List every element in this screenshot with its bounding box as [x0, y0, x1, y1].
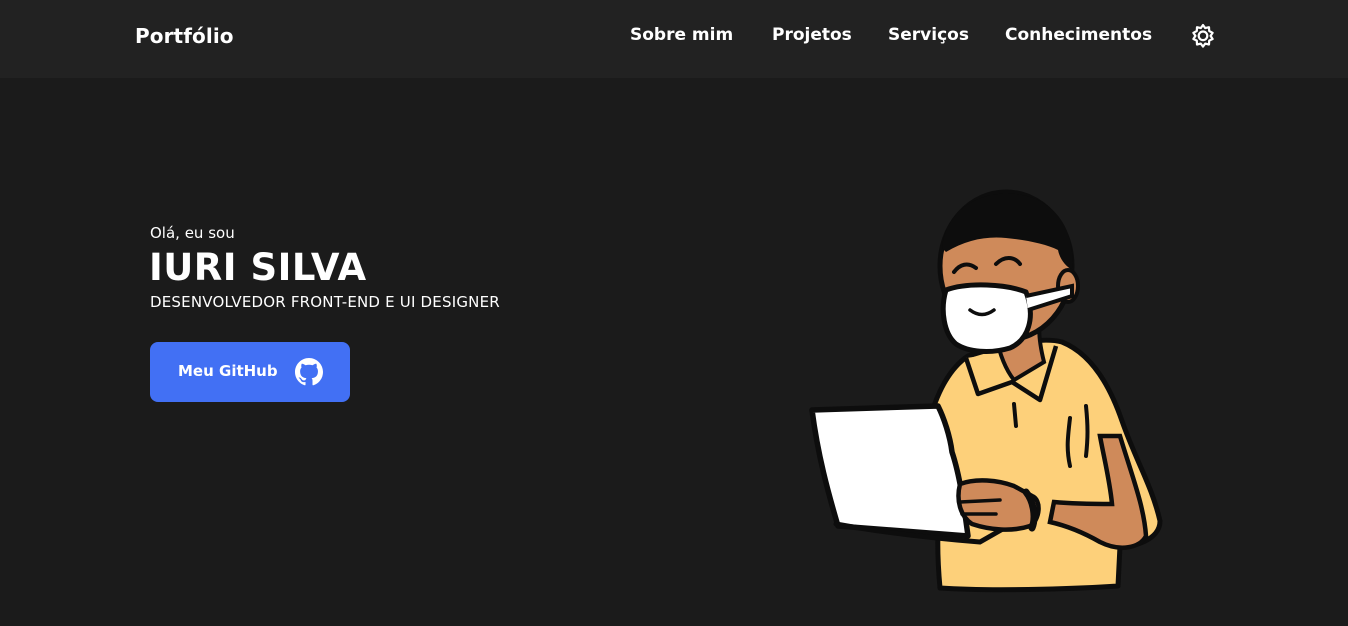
sun-gear-icon — [1192, 23, 1214, 48]
theme-toggle-button[interactable] — [1190, 22, 1216, 48]
main-nav: Sobre mim Projetos Serviços Conhecimento… — [0, 0, 1348, 78]
github-icon — [295, 358, 323, 386]
github-button[interactable]: Meu GitHub — [150, 342, 350, 402]
nav-link-conhecimentos[interactable]: Conhecimentos — [1005, 25, 1152, 45]
top-navbar: Portfólio Sobre mim Projetos Serviços Co… — [0, 0, 1348, 78]
github-button-label: Meu GitHub — [178, 362, 278, 380]
nav-link-projetos[interactable]: Projetos — [772, 25, 852, 45]
nav-link-servicos[interactable]: Serviços — [888, 25, 969, 45]
developer-illustration — [809, 189, 1163, 593]
hero-greeting: Olá, eu sou — [150, 224, 235, 242]
nav-link-sobre-mim[interactable]: Sobre mim — [630, 25, 733, 45]
hero-name: IURI SILVA — [149, 246, 367, 289]
hero-role: DESENVOLVEDOR FRONT-END E UI DESIGNER — [150, 293, 500, 311]
hero-section: Olá, eu sou IURI SILVA DESENVOLVEDOR FRO… — [0, 78, 1348, 626]
